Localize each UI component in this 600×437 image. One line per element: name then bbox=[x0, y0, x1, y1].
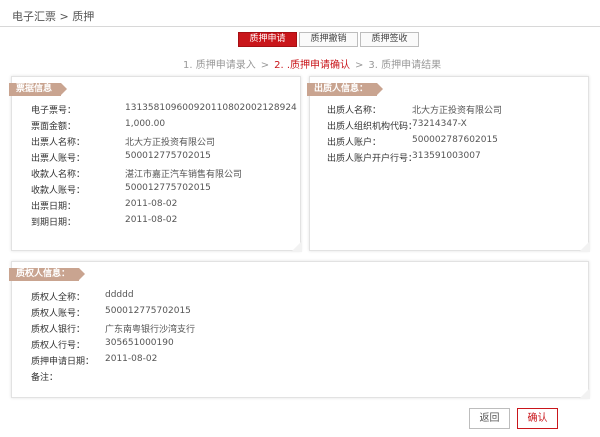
header-divider bbox=[0, 26, 600, 27]
bill-row-label: 票面金额： bbox=[31, 122, 77, 132]
bill-row-label: 收款人账号： bbox=[31, 186, 86, 196]
bill-info-title: 票据信息 bbox=[9, 83, 68, 96]
bill-row-value: 500012775702015 bbox=[125, 183, 211, 193]
bill-row-value: 北大方正投资有限公司 bbox=[125, 138, 216, 148]
pledgor-row-value: 313591003007 bbox=[412, 151, 481, 161]
pledgee-row-label: 质权人账号： bbox=[31, 309, 86, 319]
breadcrumb: 电子汇票 > 质押 bbox=[12, 10, 95, 23]
pledgee-row-value: 500012775702015 bbox=[105, 306, 191, 316]
pledgor-row-label: 出质人账户： bbox=[327, 138, 382, 148]
pledgee-row-value: 2011-08-02 bbox=[105, 354, 158, 364]
pledgee-row-label: 备注： bbox=[31, 373, 59, 383]
pledgee-row-label: 质权人银行： bbox=[31, 325, 86, 335]
bill-row-value: 湛江市嘉正汽车销售有限公司 bbox=[125, 170, 243, 180]
pledgee-row-label: 质押申请日期： bbox=[31, 357, 95, 367]
pledgor-row-label: 出质人账户开户行号： bbox=[327, 154, 418, 164]
pledgor-info-panel: 出质人信息： 出质人名称： 北大方正投资有限公司 出质人组织机构代码： 732143… bbox=[307, 76, 590, 252]
page-curl bbox=[291, 241, 302, 252]
step-separator: > bbox=[260, 60, 270, 71]
bill-row-value: 500012775702015 bbox=[125, 151, 211, 161]
tab-pledge-sign[interactable]: 质押签收 bbox=[360, 32, 419, 47]
pledgee-row-value: 广东南粤银行沙湾支行 bbox=[105, 325, 196, 335]
back-button[interactable]: 返回 bbox=[469, 408, 510, 429]
pledgor-row-value: 500002787602015 bbox=[412, 135, 498, 145]
bill-row-label: 到期日期： bbox=[31, 218, 77, 228]
pledgor-info-title: 出质人信息： bbox=[307, 83, 384, 96]
tab-pledge-cancel[interactable]: 质押撤销 bbox=[299, 32, 358, 47]
step-3: 3. 质押申请结果 bbox=[368, 60, 442, 71]
pledgee-info-panel: 质权人信息： 质权人全称： ddddd 质权人账号： 500012775702015… bbox=[9, 261, 590, 399]
bill-row-label: 电子票号： bbox=[31, 106, 77, 116]
bill-row-label: 出票人名称： bbox=[31, 138, 86, 148]
pledgee-row-label: 质权人全称： bbox=[31, 293, 86, 303]
pledgee-row-label: 质权人行号： bbox=[31, 341, 86, 351]
pledgee-info-title: 质权人信息： bbox=[9, 268, 86, 281]
bill-row-value: 1,000.00 bbox=[125, 119, 166, 129]
bill-row-label: 出票日期： bbox=[31, 202, 77, 212]
step-indicator: 1. 质押申请录入 >2. .质押申请确认 >3. 质押申请结果 bbox=[183, 56, 441, 71]
bill-row-value: 2011-08-02 bbox=[125, 199, 178, 209]
tab-pledge-apply[interactable]: 质押申请 bbox=[238, 32, 297, 47]
step-2: 2. .质押申请确认 bbox=[274, 60, 351, 71]
tab-bar: 质押申请 质押撤销 质押签收 bbox=[238, 32, 419, 47]
pledgor-row-label: 出质人组织机构代码： bbox=[327, 122, 418, 132]
bill-row-label: 收款人名称： bbox=[31, 170, 86, 180]
page-curl bbox=[579, 241, 590, 252]
confirm-button[interactable]: 确认 bbox=[517, 408, 558, 429]
pledgee-row-value: ddddd bbox=[105, 290, 134, 300]
bill-row-value: 131358109600920110802002128924 bbox=[125, 103, 297, 113]
pledgor-row-value: 北大方正投资有限公司 bbox=[412, 106, 503, 116]
bill-row-label: 出票人账号： bbox=[31, 154, 86, 164]
pledgor-row-label: 出质人名称： bbox=[327, 106, 382, 116]
step-separator: > bbox=[355, 60, 364, 71]
bill-row-value: 2011-08-02 bbox=[125, 215, 178, 225]
bill-info-panel: 票据信息 电子票号： 131358109600920110802002128924… bbox=[9, 76, 302, 252]
step-1: 1. 质押申请录入 bbox=[183, 60, 256, 71]
pledgee-row-value: 305651000190 bbox=[105, 338, 174, 348]
pledgor-row-value: 73214347-X bbox=[412, 119, 467, 129]
page-curl bbox=[579, 388, 590, 399]
